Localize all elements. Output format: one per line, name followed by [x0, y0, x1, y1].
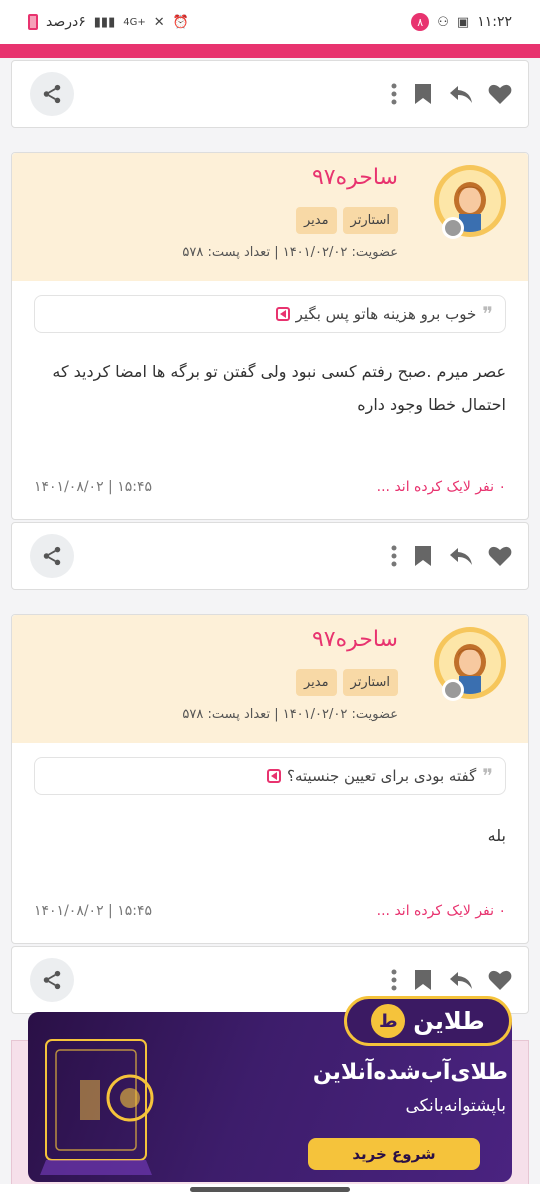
status-left: ۶درصد ▮▮▮ 4G+ ✕ ⏰ — [28, 14, 189, 30]
go-to-quote-icon[interactable] — [267, 769, 282, 783]
badge-admin: مدیر — [295, 669, 337, 696]
mute-icon: ✕ — [153, 14, 165, 30]
heart-icon[interactable] — [488, 83, 512, 105]
share-button[interactable] — [30, 534, 74, 578]
post-actions — [12, 61, 528, 127]
ad-brand-logo[interactable]: طلاین ط — [344, 996, 512, 1046]
likes-link[interactable]: ۰ نفر لایک کرده اند ... — [377, 903, 506, 919]
action-icons — [390, 544, 512, 568]
go-to-quote-icon[interactable] — [275, 307, 290, 321]
post-actions-card — [11, 60, 529, 128]
user-badges: استارتر مدیر — [295, 207, 398, 234]
post-footer: ۱۵:۴۵ | ۱۴۰۱/۰۸/۰۲ ۰ نفر لایک کرده اند .… — [34, 899, 506, 923]
action-icons — [390, 968, 512, 992]
quote-box[interactable]: ❞ گفته بودی برای تعیین جنسیته؟ — [34, 757, 506, 795]
more-vertical-icon[interactable] — [390, 83, 398, 105]
reply-icon[interactable] — [448, 83, 474, 105]
home-gesture-handle[interactable] — [190, 1187, 350, 1192]
ad-brand-name: طلاین — [413, 1007, 485, 1035]
username-link[interactable]: ساحره۹۷ — [312, 627, 398, 652]
user-meta: عضویت: ۱۴۰۱/۰۲/۰۲ | تعداد پست: ۵۷۸ — [182, 707, 398, 722]
post-footer: ۱۵:۴۵ | ۱۴۰۱/۰۸/۰۲ ۰ نفر لایک کرده اند .… — [34, 475, 506, 499]
user-meta: عضویت: ۱۴۰۱/۰۲/۰۲ | تعداد پست: ۵۷۸ — [182, 245, 398, 260]
user-badges: استارتر مدیر — [295, 669, 398, 696]
post-card: ساحره۹۷ استارتر مدیر عضویت: ۱۴۰۱/۰۲/۰۲ |… — [11, 614, 529, 944]
ad-subtitle: باپشتوانه‌بانکی — [405, 1096, 507, 1116]
quote-text: گفته بودی برای تعیین جنسیته؟ — [287, 767, 477, 785]
hotspot-icon: ⚇ — [437, 14, 449, 30]
battery-icon — [28, 14, 38, 30]
quote-box[interactable]: ❞ خوب برو هزینه هاتو پس بگیر — [34, 295, 506, 333]
quote-text: خوب برو هزینه هاتو پس بگیر — [295, 305, 477, 323]
ad-cta-button[interactable]: شروع خرید — [308, 1138, 480, 1170]
bookmark-icon[interactable] — [412, 968, 434, 992]
app-header-strip — [0, 44, 540, 58]
avatar[interactable] — [434, 165, 506, 239]
more-vertical-icon[interactable] — [390, 545, 398, 567]
quote-mark-icon: ❞ — [482, 302, 493, 326]
gold-safe-illustration — [40, 1039, 154, 1175]
online-status-dot — [442, 679, 464, 701]
signal-icon: ▮▮▮ — [93, 14, 116, 30]
post-date: ۱۵:۴۵ | ۱۴۰۱/۰۸/۰۲ — [34, 903, 153, 919]
post-date: ۱۵:۴۵ | ۱۴۰۱/۰۸/۰۲ — [34, 479, 153, 495]
reply-icon[interactable] — [448, 969, 474, 991]
bookmark-icon[interactable] — [412, 544, 434, 568]
ad-title: طلای‌آب‌شده‌آنلاین — [312, 1060, 508, 1085]
notification-count-badge: ۸ — [411, 13, 430, 31]
battery-text: ۶درصد — [46, 14, 86, 30]
status-right: ۸ ⚇ ▣ ۱۱:۲۲ — [411, 13, 512, 31]
status-bar: ۶درصد ▮▮▮ 4G+ ✕ ⏰ ۸ ⚇ ▣ ۱۱:۲۲ — [0, 0, 540, 44]
badge-admin: مدیر — [295, 207, 337, 234]
post-header: ساحره۹۷ استارتر مدیر عضویت: ۱۴۰۱/۰۲/۰۲ |… — [12, 153, 528, 281]
alarm-icon: ⏰ — [172, 14, 189, 30]
bookmark-icon[interactable] — [412, 82, 434, 106]
online-status-dot — [442, 217, 464, 239]
share-button[interactable] — [30, 72, 74, 116]
network-type: 4G+ — [123, 16, 146, 28]
gallery-icon: ▣ — [456, 14, 470, 30]
share-button[interactable] — [30, 958, 74, 1002]
badge-starter: استارتر — [342, 669, 398, 696]
heart-icon[interactable] — [488, 545, 512, 567]
post-actions — [12, 523, 528, 589]
brand-coin-icon: ط — [371, 1004, 406, 1038]
action-icons — [390, 82, 512, 106]
clock: ۱۱:۲۲ — [477, 14, 512, 30]
reply-icon[interactable] — [448, 545, 474, 567]
post-header: ساحره۹۷ استارتر مدیر عضویت: ۱۴۰۱/۰۲/۰۲ |… — [12, 615, 528, 743]
quote-mark-icon: ❞ — [482, 764, 493, 788]
more-vertical-icon[interactable] — [390, 969, 398, 991]
post-body: عصر میرم .صبح رفتم کسی نبود ولی گفتن تو … — [52, 362, 506, 414]
avatar[interactable] — [434, 627, 506, 701]
post-actions-card — [11, 522, 529, 590]
share-icon — [43, 546, 61, 566]
share-icon — [43, 84, 61, 104]
badge-starter: استارتر — [342, 207, 398, 234]
share-icon — [43, 970, 61, 990]
post-body: بله — [487, 826, 506, 845]
likes-link[interactable]: ۰ نفر لایک کرده اند ... — [377, 479, 506, 495]
username-link[interactable]: ساحره۹۷ — [312, 165, 398, 190]
heart-icon[interactable] — [488, 969, 512, 991]
post-card: ساحره۹۷ استارتر مدیر عضویت: ۱۴۰۱/۰۲/۰۲ |… — [11, 152, 529, 520]
